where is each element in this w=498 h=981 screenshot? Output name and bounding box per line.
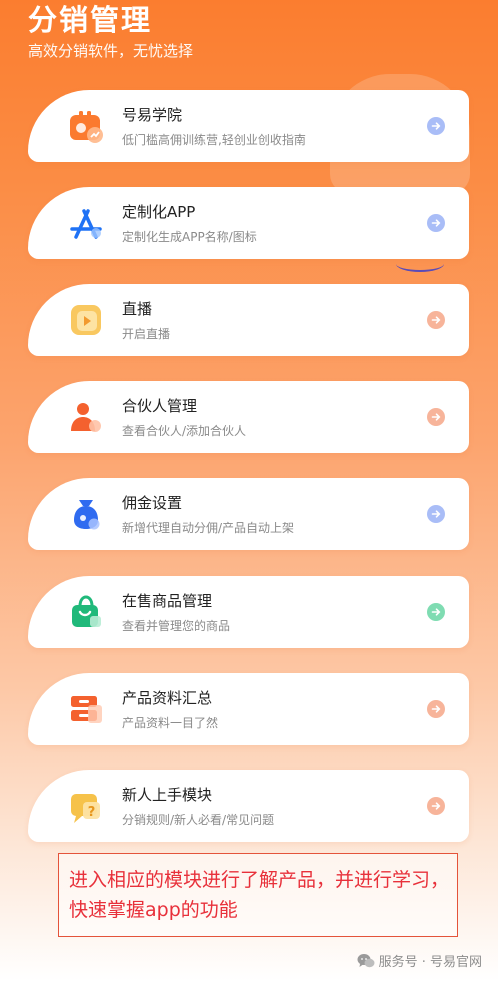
- card-title: 产品资料汇总: [122, 689, 213, 707]
- card-subtitle: 查看合伙人/添加合伙人: [122, 424, 247, 438]
- wechat-icon: [357, 953, 375, 969]
- arrow-right-icon[interactable]: [427, 117, 445, 135]
- partner-icon: [66, 397, 106, 437]
- page-header: 分销管理 高效分销软件，无忧选择: [28, 2, 193, 62]
- card-title: 定制化APP: [122, 203, 196, 221]
- menu-card-product-docs[interactable]: 产品资料汇总 产品资料一目了然: [28, 673, 469, 745]
- card-title: 直播: [122, 300, 153, 318]
- shopping-bag-icon: [66, 592, 106, 632]
- app-store-icon: [66, 203, 106, 243]
- arrow-right-icon[interactable]: [427, 797, 445, 815]
- card-title: 新人上手模块: [122, 786, 213, 804]
- arrow-right-icon[interactable]: [427, 700, 445, 718]
- arrow-right-icon[interactable]: [427, 603, 445, 621]
- product-docs-icon: [66, 689, 106, 729]
- card-subtitle: 查看并管理您的商品: [122, 619, 231, 633]
- menu-card-partners[interactable]: 合伙人管理 查看合伙人/添加合伙人: [28, 381, 469, 453]
- menu-card-live[interactable]: 直播 开启直播: [28, 284, 469, 356]
- footer-text: 服务号 · 号易官网: [378, 955, 482, 970]
- card-subtitle: 新增代理自动分佣/产品自动上架: [122, 521, 295, 535]
- money-bag-icon: [66, 494, 106, 534]
- card-subtitle: 开启直播: [122, 327, 171, 341]
- menu-card-custom-app[interactable]: 定制化APP 定制化生成APP名称/图标: [28, 187, 469, 259]
- live-stream-icon: [66, 300, 106, 340]
- card-subtitle: 低门槛高佣训练营,轻创业创收指南: [122, 133, 306, 147]
- footer-watermark: 服务号 · 号易官网: [357, 951, 482, 970]
- menu-card-newcomer-guide[interactable]: ? 新人上手模块 分销规则/新人必看/常见问题: [28, 770, 469, 842]
- annotation-text: 进入相应的模块进行了解产品，并进行学习，快速掌握app的功能: [69, 869, 450, 921]
- svg-text:?: ?: [88, 805, 96, 820]
- academy-icon: [66, 106, 106, 146]
- card-subtitle: 分销规则/新人必看/常见问题: [122, 813, 275, 827]
- arrow-right-icon[interactable]: [427, 408, 445, 426]
- card-title: 合伙人管理: [122, 397, 198, 415]
- menu-card-products-on-sale[interactable]: 在售商品管理 查看并管理您的商品: [28, 576, 469, 648]
- page-subtitle: 高效分销软件，无忧选择: [28, 42, 194, 60]
- menu-card-academy[interactable]: 号易学院 低门槛高佣训练营,轻创业创收指南: [28, 90, 469, 162]
- card-title: 在售商品管理: [122, 592, 213, 610]
- card-subtitle: 产品资料一目了然: [122, 716, 219, 730]
- page-title: 分销管理: [28, 3, 153, 37]
- card-title: 佣金设置: [122, 494, 183, 512]
- card-subtitle: 定制化生成APP名称/图标: [122, 230, 257, 244]
- help-question-icon: ?: [66, 786, 106, 826]
- card-title: 号易学院: [122, 106, 183, 124]
- arrow-right-icon[interactable]: [427, 311, 445, 329]
- menu-card-commission[interactable]: 佣金设置 新增代理自动分佣/产品自动上架: [28, 478, 469, 550]
- arrow-right-icon[interactable]: [427, 214, 445, 232]
- annotation-box: 进入相应的模块进行了解产品，并进行学习，快速掌握app的功能: [58, 853, 458, 937]
- arrow-right-icon[interactable]: [427, 505, 445, 523]
